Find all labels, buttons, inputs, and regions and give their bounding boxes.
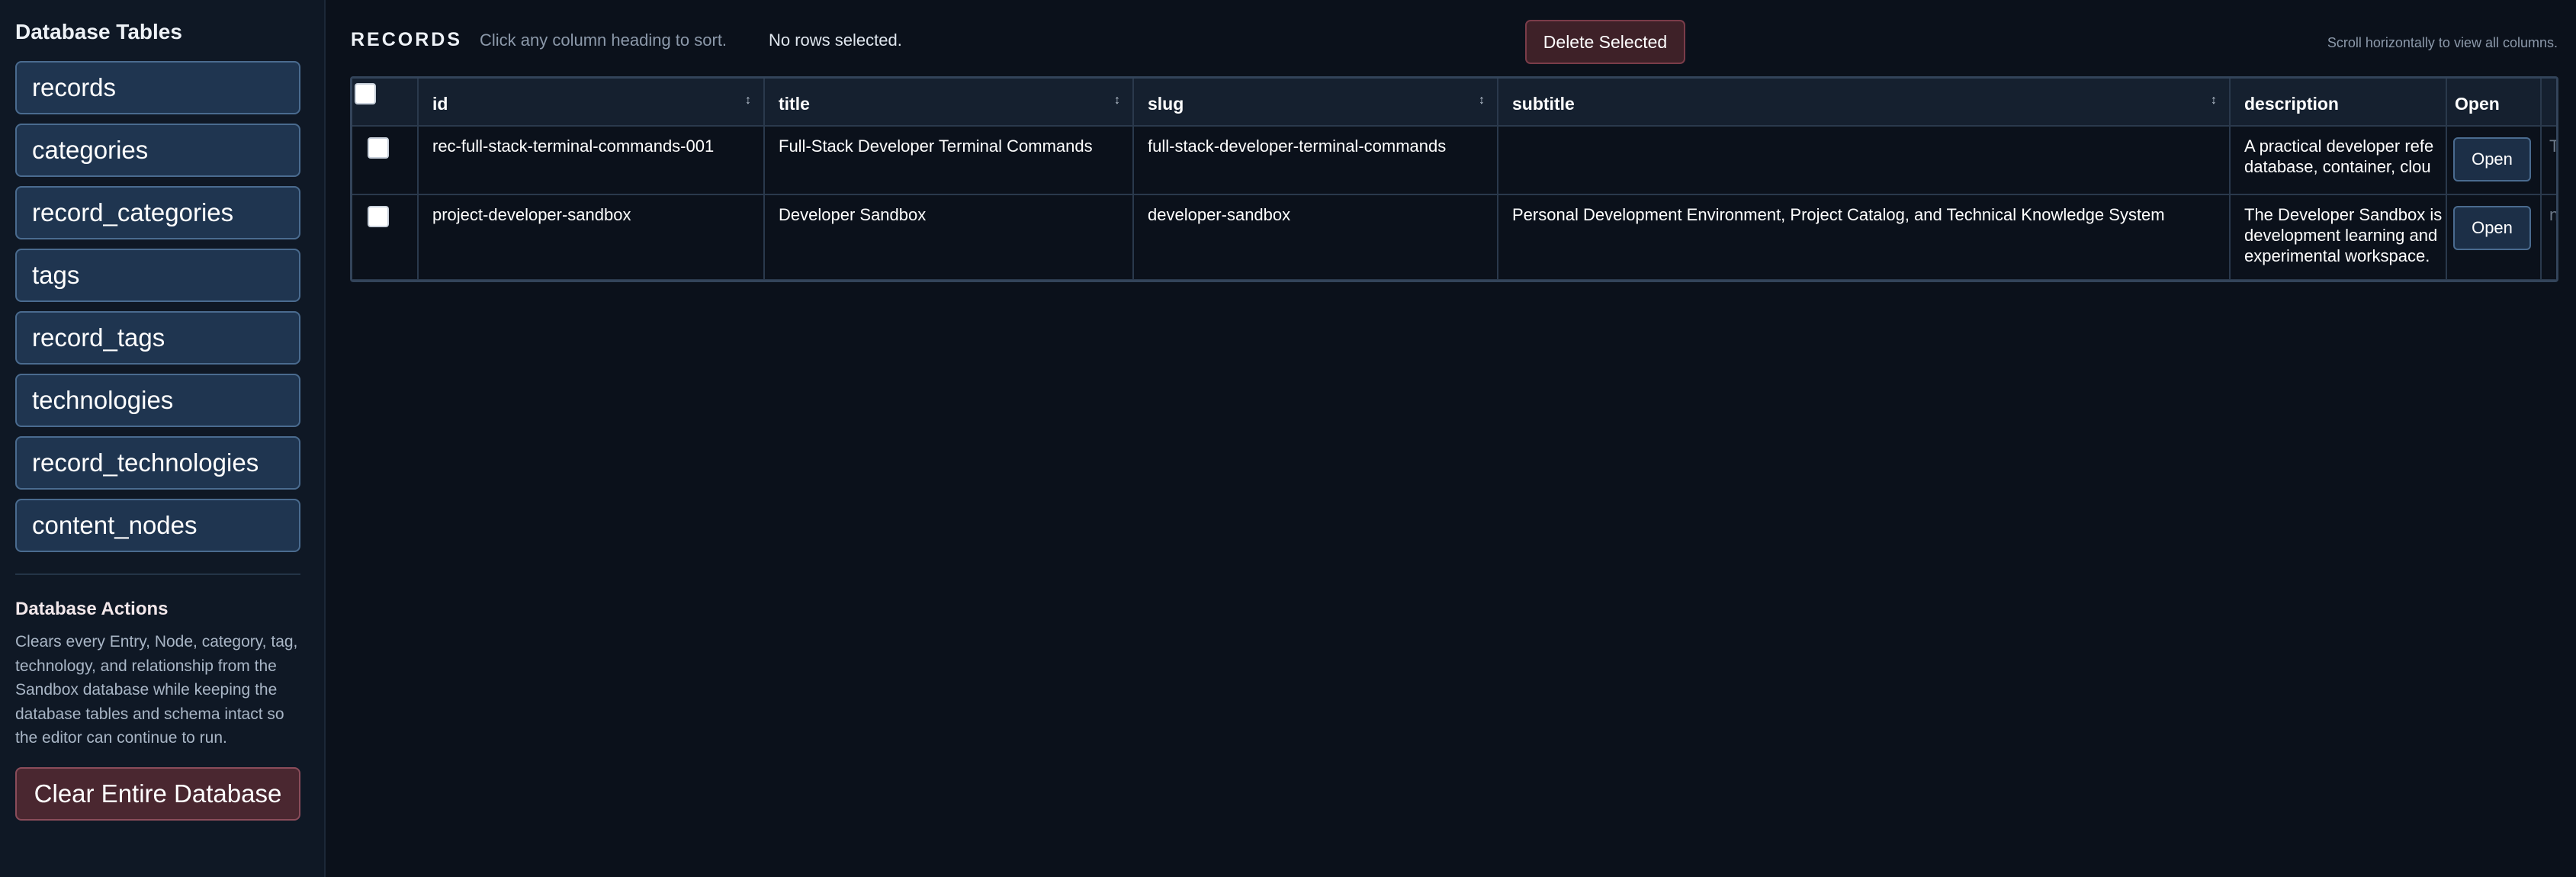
row-checkbox[interactable] <box>368 206 389 227</box>
cell-open: Open <box>2446 126 2542 195</box>
cell-open: Open <box>2446 194 2542 280</box>
table-button-records[interactable]: records <box>15 61 300 114</box>
cell-slug: full-stack-developer-terminal-commands <box>1133 126 1498 195</box>
records-table: id ↕ title ↕ slug ↕ subtitle ↕ descripti… <box>352 79 2556 280</box>
column-header-label: Open <box>2455 94 2500 114</box>
description-line: A practical developer refe <box>2244 137 2434 156</box>
select-all-header <box>352 79 419 127</box>
description-line: The Developer Sandbox is <box>2244 205 2443 224</box>
cell-description: The Developer Sandbox is development lea… <box>2230 194 2447 280</box>
cell-overflow: n <box>2541 194 2556 280</box>
column-header-label: title <box>779 94 810 114</box>
records-toolbar: RECORDS Click any column heading to sort… <box>351 0 2558 76</box>
column-header-title[interactable]: title ↕ <box>764 79 1134 127</box>
table-row[interactable]: rec-full-stack-terminal-commands-001 Ful… <box>352 126 2556 195</box>
description-line: development learning and <box>2244 226 2438 245</box>
cell-id: project-developer-sandbox <box>418 194 765 280</box>
sort-updown-icon: ↕ <box>2211 94 2217 107</box>
column-header-slug[interactable]: slug ↕ <box>1133 79 1498 127</box>
table-button-categories[interactable]: categories <box>15 124 300 177</box>
table-button-technologies[interactable]: technologies <box>15 374 300 427</box>
sort-updown-icon: ↕ <box>1114 94 1120 107</box>
delete-selected-button[interactable]: Delete Selected <box>1525 20 1685 64</box>
open-record-button[interactable]: Open <box>2453 137 2531 182</box>
column-header-overflow <box>2541 79 2556 127</box>
select-all-checkbox[interactable] <box>355 83 376 104</box>
sort-updown-icon: ↕ <box>1479 94 1485 107</box>
cell-overflow: T <box>2541 126 2556 195</box>
records-title: RECORDS <box>351 29 463 50</box>
main-panel: RECORDS Click any column heading to sort… <box>327 0 2576 877</box>
column-header-id[interactable]: id ↕ <box>418 79 765 127</box>
column-header-description[interactable]: description <box>2230 79 2447 127</box>
table-header-row: id ↕ title ↕ slug ↕ subtitle ↕ descripti… <box>352 79 2556 127</box>
clear-database-button[interactable]: Clear Entire Database <box>15 766 300 821</box>
cell-subtitle: Personal Development Environment, Projec… <box>1498 194 2231 280</box>
scroll-hint: Scroll horizontally to view all columns. <box>2327 35 2558 50</box>
description-line: experimental workspace. <box>2244 246 2430 265</box>
cell-slug: developer-sandbox <box>1133 194 1498 280</box>
row-select-cell <box>352 194 419 280</box>
row-select-cell <box>352 126 419 195</box>
cell-subtitle <box>1498 126 2231 195</box>
column-header-label: id <box>432 94 448 114</box>
selection-status: No rows selected. <box>769 31 902 50</box>
table-button-record-tags[interactable]: record_tags <box>15 311 300 365</box>
description-line: database, container, clou <box>2244 157 2431 176</box>
records-table-scroll[interactable]: id ↕ title ↕ slug ↕ subtitle ↕ descripti… <box>350 76 2558 282</box>
column-header-open: Open <box>2446 79 2542 127</box>
table-button-content-nodes[interactable]: content_nodes <box>15 499 300 552</box>
sidebar-divider <box>15 573 300 575</box>
cell-title: Developer Sandbox <box>764 194 1134 280</box>
row-checkbox[interactable] <box>368 137 389 159</box>
sort-updown-icon: ↕ <box>745 94 751 107</box>
table-row[interactable]: project-developer-sandbox Developer Sand… <box>352 194 2556 280</box>
sort-hint: Click any column heading to sort. <box>480 31 728 50</box>
database-actions-description: Clears every Entry, Node, category, tag,… <box>15 633 298 747</box>
cell-id: rec-full-stack-terminal-commands-001 <box>418 126 765 195</box>
open-record-button[interactable]: Open <box>2453 206 2531 250</box>
column-header-label: description <box>2244 94 2339 114</box>
sidebar-title: Database Tables <box>15 20 182 43</box>
column-header-label: slug <box>1148 94 1184 114</box>
table-button-tags[interactable]: tags <box>15 249 300 302</box>
column-header-subtitle[interactable]: subtitle ↕ <box>1498 79 2231 127</box>
database-actions-title: Database Actions <box>15 599 169 619</box>
column-header-label: subtitle <box>1512 94 1575 114</box>
sidebar: Database Tables records categories recor… <box>0 0 326 877</box>
table-button-record-categories[interactable]: record_categories <box>15 186 300 239</box>
table-button-record-technologies[interactable]: record_technologies <box>15 436 300 490</box>
cell-title: Full-Stack Developer Terminal Commands <box>764 126 1134 195</box>
cell-description: A practical developer refe database, con… <box>2230 126 2447 195</box>
